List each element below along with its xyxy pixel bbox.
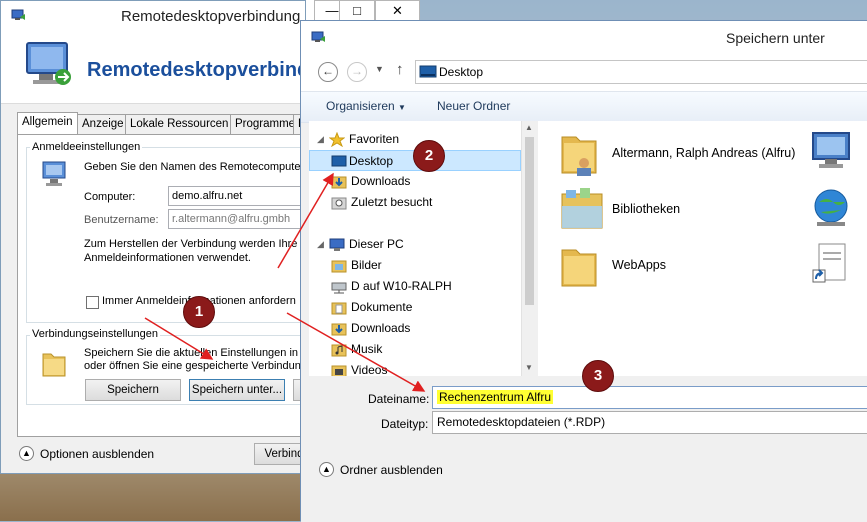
- annotation-arrows: [144, 172, 426, 392]
- annotation-badge-1: 1: [183, 296, 215, 328]
- arrow-to-filename: [286, 312, 426, 392]
- arrow-to-desktop: [277, 172, 334, 269]
- annotation-badge-2: 2: [413, 140, 445, 172]
- annotation-badge-3: 3: [582, 360, 614, 392]
